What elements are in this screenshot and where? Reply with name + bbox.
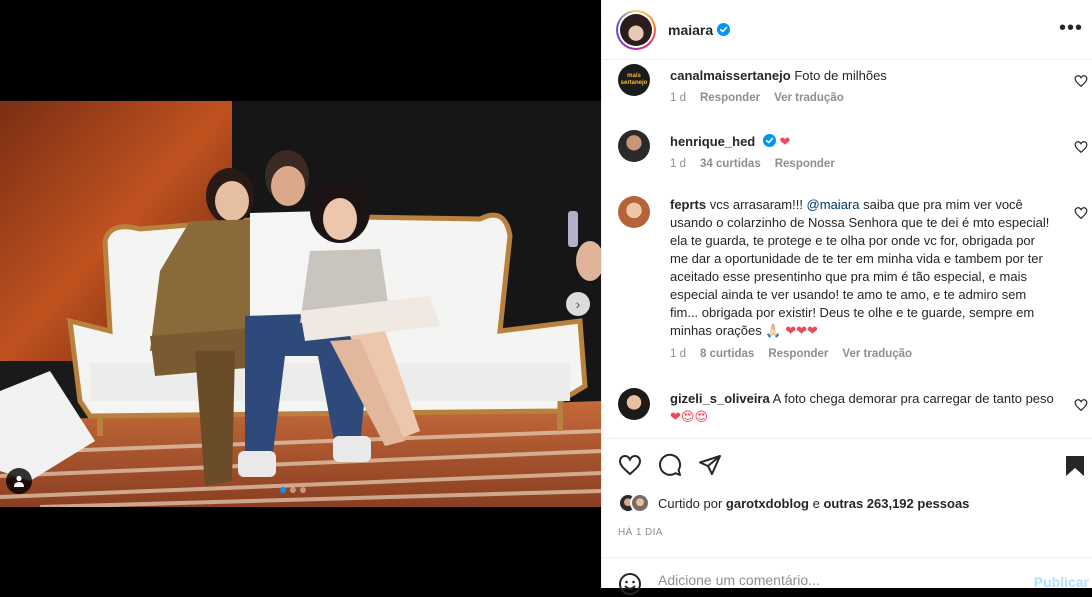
comment-time[interactable]: 1 d	[670, 92, 686, 104]
verified-badge-icon	[762, 134, 776, 147]
chevron-right-icon: ›	[575, 296, 581, 312]
liked-by-row: Curtido por garotxdoblog e outras 263,19…	[618, 493, 969, 513]
tagged-users-button[interactable]	[6, 468, 32, 494]
liker-avatar[interactable]	[630, 493, 650, 513]
carousel-dot	[300, 487, 306, 493]
liked-by-user[interactable]: garotxdoblog	[726, 496, 809, 511]
comment-text: A foto chega demorar pra carregar de tan…	[772, 391, 1054, 406]
liked-by-others[interactable]: outras 263,192 pessoas	[823, 496, 969, 511]
comment-likes[interactable]: 8 curtidas	[700, 348, 754, 360]
liked-by-text: Curtido por garotxdoblog e outras 263,19…	[658, 496, 969, 511]
comment-likes[interactable]: 34 curtidas	[700, 158, 761, 170]
comment-emoji: ❤	[779, 134, 791, 149]
comment-avatar[interactable]	[618, 130, 650, 162]
add-comment-bar: Publicar	[602, 557, 1092, 597]
post-header: maiara •••	[602, 0, 1092, 60]
reply-button[interactable]: Responder	[775, 158, 835, 170]
heart-outline-icon[interactable]	[1074, 140, 1088, 154]
user-icon	[14, 475, 24, 487]
comment-username[interactable]: canalmaissertanejo	[670, 68, 791, 83]
post-actions: Curtido por garotxdoblog e outras 263,19…	[602, 438, 1092, 595]
post-photo[interactable]	[0, 101, 601, 507]
more-options-icon[interactable]: •••	[1059, 17, 1083, 40]
post-media: ›	[0, 0, 601, 588]
bookmark-icon[interactable]	[1065, 455, 1085, 477]
translate-button[interactable]: Ver tradução	[774, 92, 844, 104]
comment-username[interactable]: henrique_hed	[670, 134, 755, 149]
like-icon[interactable]	[618, 453, 642, 477]
author-username[interactable]: maiara	[668, 22, 713, 38]
post-sidebar: maiara ••• mais sertanejo canalmaisserta…	[601, 0, 1092, 595]
heart-outline-icon[interactable]	[1074, 398, 1088, 412]
comments-list: mais sertanejo canalmaissertanejo Foto d…	[602, 60, 1092, 438]
comment-text-start: vcs arrasaram!!!	[709, 197, 807, 212]
carousel-indicator	[280, 487, 306, 493]
avatar-logo-text: mais sertanejo	[620, 73, 648, 86]
action-icons	[618, 453, 722, 477]
carousel-dot-active	[280, 487, 286, 493]
comment-input[interactable]	[658, 572, 1018, 588]
share-icon[interactable]	[698, 453, 722, 477]
comment-text: Foto de milhões	[794, 68, 887, 83]
comment-avatar[interactable]: mais sertanejo	[618, 64, 650, 96]
liked-by-middle: e	[808, 495, 824, 511]
heart-outline-icon[interactable]	[1074, 206, 1088, 220]
comment-mention[interactable]: @maiara	[807, 197, 860, 212]
reply-button[interactable]: Responder	[700, 92, 760, 104]
author-avatar[interactable]	[616, 9, 656, 50]
comment-icon[interactable]	[658, 453, 682, 477]
comment-time[interactable]: 1 d	[670, 158, 686, 170]
comment-time[interactable]: 1 d	[670, 348, 686, 360]
heart-outline-icon[interactable]	[1074, 74, 1088, 88]
comment-username[interactable]: gizeli_s_oliveira	[670, 391, 770, 406]
translate-button[interactable]: Ver tradução	[842, 348, 912, 360]
comment-avatar[interactable]	[618, 388, 650, 420]
reply-button[interactable]: Responder	[768, 348, 828, 360]
comment-text: saiba que pra mim ver você usando o cola…	[670, 197, 1050, 338]
emoji-icon[interactable]	[618, 572, 642, 596]
comment-avatar[interactable]	[618, 196, 650, 228]
post-dialog: › maiara ••• mais sertanejo canalmaisser…	[0, 0, 1092, 595]
carousel-dot	[290, 487, 296, 493]
verified-badge-icon	[717, 23, 731, 36]
liked-by-prefix: Curtido por	[658, 495, 726, 511]
post-timestamp[interactable]: HÁ 1 DIA	[618, 527, 663, 538]
next-photo-button[interactable]: ›	[566, 292, 590, 316]
comment-emoji: ❤❤❤	[785, 323, 818, 338]
comment-username[interactable]: feprts	[670, 197, 706, 212]
comment-emoji: ❤😍😍	[670, 409, 708, 424]
